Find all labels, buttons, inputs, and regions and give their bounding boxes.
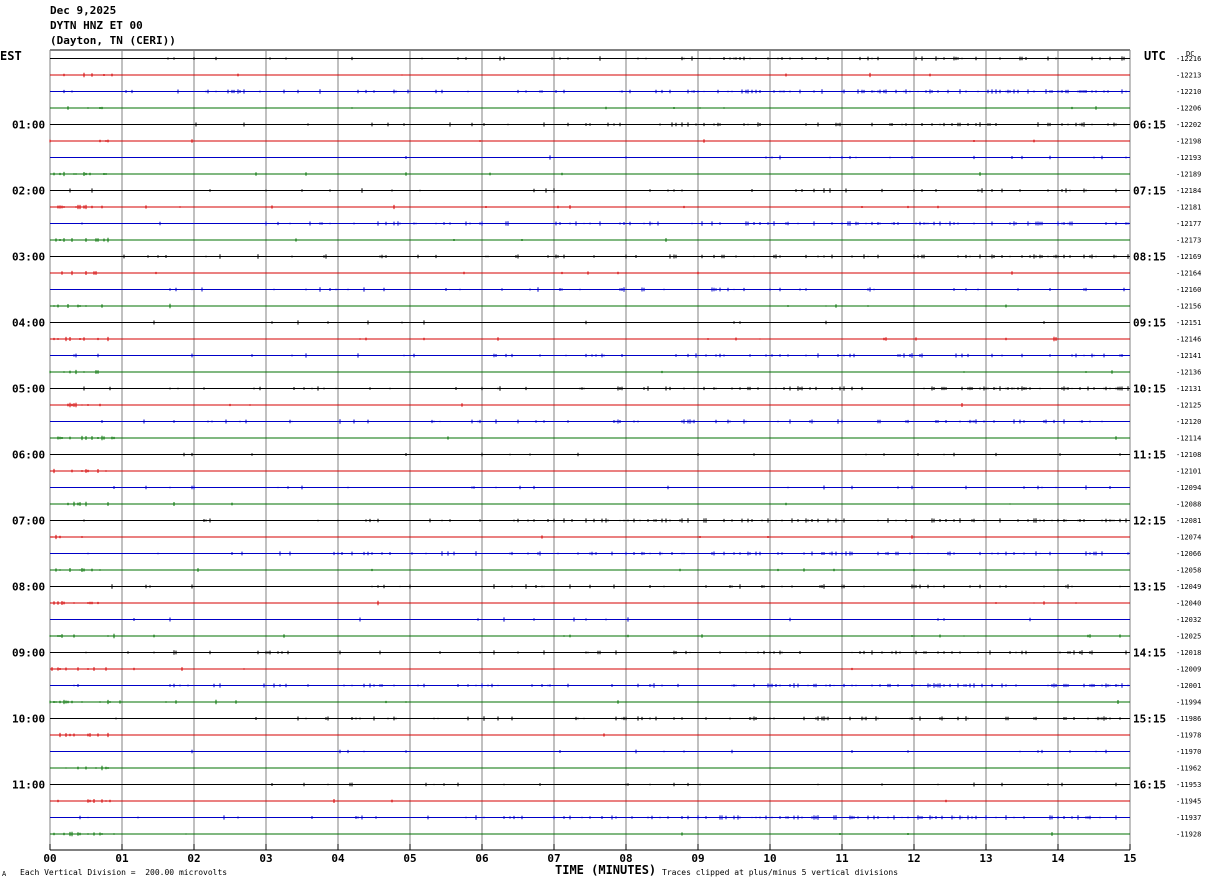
- x-tick-label: 12: [907, 852, 920, 865]
- dc-offset-label: -12141: [1176, 352, 1201, 360]
- dc-offset-label: -12009: [1176, 666, 1201, 674]
- est-hour-label: 03:00: [12, 251, 45, 264]
- dc-offset-label: -12101: [1176, 468, 1201, 476]
- dc-offset-label: -12169: [1176, 253, 1201, 261]
- x-tick-label: 02: [187, 852, 200, 865]
- dc-offset-label: -12049: [1176, 583, 1201, 591]
- dc-offset-label: -12213: [1176, 72, 1201, 80]
- dc-offset-label: -11953: [1176, 781, 1201, 789]
- seismic-traces: [49, 56, 1130, 837]
- utc-hour-label: 13:15: [1133, 581, 1166, 594]
- dc-offset-label: -12177: [1176, 220, 1201, 228]
- utc-hour-label: 10:15: [1133, 383, 1166, 396]
- dc-offset-label: -11986: [1176, 715, 1201, 723]
- dc-offset-label: -11970: [1176, 748, 1201, 756]
- utc-hour-label: 08:15: [1133, 251, 1166, 264]
- dc-offset-label: -12088: [1176, 501, 1201, 509]
- dc-offset-label: -12114: [1176, 435, 1201, 443]
- dc-offset-label: -12066: [1176, 550, 1201, 558]
- dc-offset-label: -12025: [1176, 633, 1201, 641]
- dc-offset-label: -11945: [1176, 798, 1201, 806]
- clip-note: Traces clipped at plus/minus 5 vertical …: [662, 868, 899, 877]
- dc-offset-label: -12081: [1176, 517, 1201, 525]
- est-hour-label: 09:00: [12, 647, 45, 660]
- dc-offset-label: -12094: [1176, 484, 1201, 492]
- dc-offset-label: -12206: [1176, 105, 1201, 113]
- scale-note: Each Vertical Division = 200.00 microvol…: [20, 868, 228, 877]
- dc-offset-label: -12216: [1176, 55, 1201, 63]
- x-tick-label: 03: [259, 852, 272, 865]
- utc-hour-label: 15:15: [1133, 713, 1166, 726]
- utc-hour-label: 11:15: [1133, 449, 1166, 462]
- est-hour-label: 05:00: [12, 383, 45, 396]
- x-axis-title: TIME (MINUTES): [555, 863, 656, 877]
- grid-lines: [49, 49, 1131, 851]
- dc-offset-label: -12120: [1176, 418, 1201, 426]
- dc-offset-label: -11978: [1176, 732, 1201, 740]
- utc-hour-label: 07:15: [1133, 185, 1166, 198]
- x-tick-label: 07: [547, 852, 560, 865]
- dc-offset-label: -12173: [1176, 237, 1201, 245]
- dc-offset-label: -12146: [1176, 336, 1201, 344]
- dc-offset-label: -12108: [1176, 451, 1201, 459]
- x-tick-label: 01: [115, 852, 129, 865]
- x-tick-label: 15: [1123, 852, 1136, 865]
- dc-offset-label: -12184: [1176, 187, 1201, 195]
- dc-offset-label: -11928: [1176, 831, 1201, 839]
- helicorder-plot: EST UTC DC TIME (MINUTES) 00 01 02 03 04 05 06…: [0, 49, 1201, 877]
- dc-offset-label: -12164: [1176, 270, 1201, 278]
- est-hour-label: 10:00: [12, 713, 45, 726]
- dc-offset-label: -12074: [1176, 534, 1201, 542]
- axis-labels: EST UTC DC TIME (MINUTES) 00 01 02 03 04 05 06…: [0, 49, 1201, 877]
- est-hour-label: 07:00: [12, 515, 45, 528]
- dc-offset-label: -12193: [1176, 154, 1201, 162]
- est-axis-label: EST: [0, 49, 22, 63]
- dc-offset-label: -12210: [1176, 88, 1201, 96]
- utc-hour-label: 12:15: [1133, 515, 1166, 528]
- dc-offset-label: -12001: [1176, 682, 1201, 690]
- utc-hour-label: 09:15: [1133, 317, 1166, 330]
- est-hour-label: 08:00: [12, 581, 45, 594]
- dc-offset-label: -12032: [1176, 616, 1201, 624]
- x-tick-label: 10: [763, 852, 776, 865]
- est-hour-label: 01:00: [12, 119, 45, 132]
- dc-offset-label: -12151: [1176, 319, 1201, 327]
- x-tick-label: 08: [619, 852, 632, 865]
- dc-offset-label: -12202: [1176, 121, 1201, 129]
- x-tick-label: 13: [979, 852, 992, 865]
- x-tick-label: 06: [475, 852, 489, 865]
- est-hour-label: 04:00: [12, 317, 45, 330]
- dc-offset-label: -12136: [1176, 369, 1201, 377]
- x-tick-label: 04: [331, 852, 345, 865]
- dc-offset-label: -11994: [1176, 699, 1201, 707]
- est-hour-label: 02:00: [12, 185, 45, 198]
- dc-offset-label: -12198: [1176, 138, 1201, 146]
- utc-hour-label: 06:15: [1133, 119, 1166, 132]
- est-hour-label: 11:00: [12, 779, 45, 792]
- x-tick-label: 05: [403, 852, 416, 865]
- dc-offset-label: -12058: [1176, 567, 1201, 575]
- corner-mark: A: [2, 870, 7, 878]
- dc-offset-label: -12181: [1176, 204, 1201, 212]
- utc-hour-label: 14:15: [1133, 647, 1166, 660]
- dc-offset-label: -12131: [1176, 385, 1201, 393]
- dc-offset-label: -11937: [1176, 814, 1201, 822]
- dc-offset-label: -12189: [1176, 171, 1201, 179]
- dc-offset-label: -11962: [1176, 765, 1201, 773]
- dc-offset-label: -12125: [1176, 402, 1201, 410]
- x-tick-label: 11: [835, 852, 849, 865]
- dc-offset-label: -12156: [1176, 303, 1201, 311]
- utc-hour-label: 16:15: [1133, 779, 1166, 792]
- est-hour-label: 06:00: [12, 449, 45, 462]
- dc-offset-label: -12018: [1176, 649, 1201, 657]
- utc-axis-label: UTC: [1144, 49, 1166, 63]
- dc-offset-label: -12160: [1176, 286, 1201, 294]
- dc-offset-label: -12040: [1176, 600, 1201, 608]
- x-tick-label: 00: [43, 852, 56, 865]
- x-tick-label: 09: [691, 852, 704, 865]
- x-tick-label: 14: [1051, 852, 1065, 865]
